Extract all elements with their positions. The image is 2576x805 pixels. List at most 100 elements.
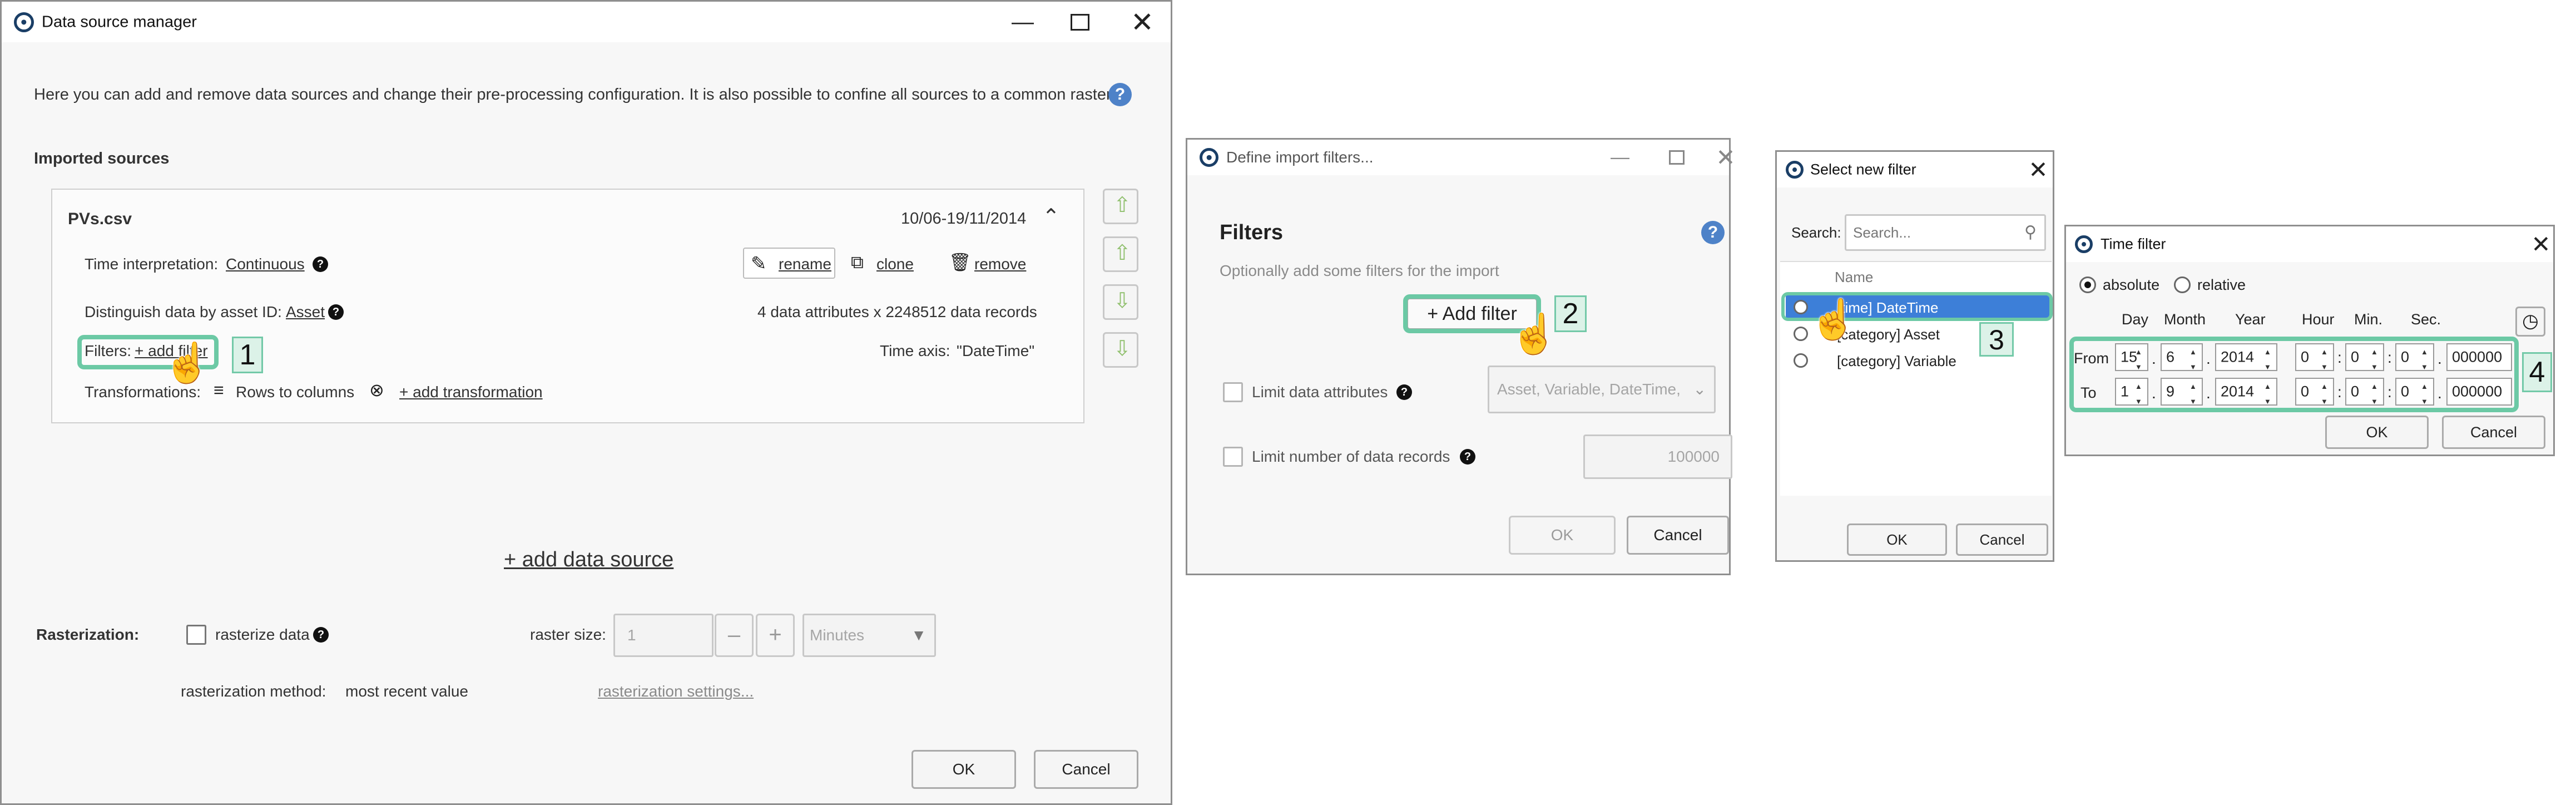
- search-input[interactable]: Search... ⚲: [1845, 214, 2046, 251]
- source-date-range: 10/06-19/11/2014: [901, 210, 1027, 228]
- rasterization-method-label: rasterization method:: [181, 683, 326, 700]
- move-down-button[interactable]: ⇩: [1103, 284, 1138, 320]
- search-icon: ⚲: [2024, 223, 2037, 241]
- help-icon[interactable]: ?: [1108, 83, 1132, 106]
- distinguish-link[interactable]: Asset: [286, 304, 325, 320]
- close-icon[interactable]: ✕: [1716, 144, 1736, 171]
- limit-attributes-select[interactable]: Asset, Variable, DateTime, ⌄: [1488, 366, 1716, 413]
- distinguish-help-icon[interactable]: ?: [328, 304, 344, 320]
- cancel-button[interactable]: Cancel: [1956, 524, 2048, 556]
- limit-records-checkbox[interactable]: [1223, 447, 1243, 467]
- dropdown-chevron-icon: ⌄: [1693, 381, 1706, 398]
- imported-sources-heading: Imported sources: [34, 150, 170, 167]
- raster-size-input[interactable]: 1: [613, 614, 714, 657]
- close-icon[interactable]: ✕: [2531, 231, 2551, 258]
- hand-cursor-icon: ☝: [1510, 312, 1559, 355]
- app-icon: [1786, 161, 1804, 179]
- time-axis-label: Time axis:: [880, 342, 950, 359]
- hand-cursor-icon: ☝: [163, 341, 212, 384]
- attributes-info: 4 data attributes x 2248512 data records: [757, 303, 1037, 320]
- cancel-button[interactable]: Cancel: [2442, 416, 2545, 449]
- limit-attributes-placeholder: Asset, Variable, DateTime,: [1497, 381, 1681, 398]
- minimize-icon[interactable]: —: [1012, 9, 1034, 34]
- cancel-button[interactable]: Cancel: [1627, 516, 1729, 555]
- clock-icon: ◷: [2522, 310, 2539, 332]
- app-icon: [2075, 235, 2093, 253]
- rasterization-label: Rasterization:: [36, 626, 140, 643]
- window-title: Data source manager: [42, 13, 197, 31]
- ok-button[interactable]: OK: [2325, 416, 2429, 449]
- search-label: Search:: [1791, 224, 1841, 241]
- move-bottom-button[interactable]: ⇩: [1103, 332, 1138, 368]
- limit-attributes-label: Limit data attributes: [1252, 383, 1388, 401]
- increment-button[interactable]: +: [756, 614, 795, 657]
- transformations-label: Transformations:: [85, 383, 201, 401]
- ok-button[interactable]: OK: [911, 750, 1016, 789]
- filter-item-radio: [1794, 327, 1808, 341]
- window-title: Time filter: [2101, 235, 2166, 253]
- window-title: Define import filters...: [1226, 149, 1374, 166]
- trash-icon[interactable]: 🗑: [949, 253, 972, 271]
- limit-attributes-help-icon[interactable]: ?: [1396, 384, 1412, 400]
- time-interpretation-help-icon[interactable]: ?: [313, 256, 328, 272]
- intro-text: Here you can add and remove data sources…: [34, 86, 1116, 103]
- rasterization-settings-link[interactable]: rasterization settings...: [598, 684, 754, 699]
- filters-heading: Filters: [1220, 221, 1284, 244]
- rows-to-columns-label: Rows to columns: [236, 383, 355, 401]
- search-placeholder: Search...: [1853, 224, 1911, 241]
- collapse-chevron-icon[interactable]: ⌃: [1042, 206, 1060, 228]
- move-top-icon: ⇧: [1113, 194, 1131, 217]
- title-bar: Define import filters... — ✕: [1187, 140, 1736, 175]
- close-icon[interactable]: ✕: [2028, 156, 2048, 184]
- close-icon[interactable]: ✕: [1131, 6, 1154, 38]
- time-interpretation-link[interactable]: Continuous: [226, 256, 305, 272]
- rows-to-columns-icon: ≡: [214, 380, 224, 400]
- limit-attributes-checkbox[interactable]: [1223, 382, 1243, 402]
- title-bar: Select new filter ✕: [1777, 152, 2053, 187]
- maximize-icon[interactable]: [1669, 150, 1685, 165]
- window-title: Select new filter: [1810, 161, 1916, 178]
- move-bottom-icon: ⇩: [1113, 337, 1131, 360]
- source-card: PVs.csv 10/06-19/11/2014 ⌃ Time interpre…: [51, 189, 1084, 423]
- rename-button[interactable]: ✎ rename: [743, 248, 835, 279]
- minimize-icon[interactable]: —: [1610, 147, 1630, 169]
- remove-link[interactable]: remove: [974, 256, 1026, 272]
- move-down-icon: ⇩: [1113, 289, 1131, 313]
- ok-button[interactable]: OK: [1847, 524, 1947, 556]
- ok-button[interactable]: OK: [1509, 516, 1616, 555]
- filters-subtitle: Optionally add some filters for the impo…: [1220, 262, 1499, 279]
- unit-select-value: Minutes: [810, 626, 865, 644]
- move-up-button[interactable]: ⇧: [1103, 236, 1138, 272]
- hand-cursor-icon: ☝: [1809, 298, 1858, 341]
- clone-link[interactable]: clone: [876, 256, 914, 272]
- step-number-4: 4: [2522, 352, 2552, 392]
- data-source-manager-window: Data source manager — ✕ Here you can add…: [0, 0, 1172, 805]
- relative-radio[interactable]: [2174, 276, 2191, 293]
- cancel-button[interactable]: Cancel: [1034, 750, 1138, 789]
- clock-button[interactable]: ◷: [2515, 307, 2545, 337]
- decrement-button[interactable]: –: [715, 614, 754, 657]
- time-interpretation-label: Time interpretation:: [85, 255, 219, 273]
- relative-label: relative: [2197, 276, 2246, 293]
- unit-select[interactable]: Minutes ▼: [802, 614, 936, 657]
- header-day: Day: [2122, 311, 2149, 328]
- rasterize-checkbox[interactable]: [186, 625, 206, 645]
- step-number-1: 1: [232, 337, 263, 373]
- clone-icon[interactable]: ⧉: [851, 253, 864, 271]
- absolute-radio[interactable]: [2079, 276, 2096, 293]
- limit-records-input[interactable]: 100000: [1583, 434, 1732, 479]
- time-filter-window: Time filter ✕ absolute relative Day Mont…: [2064, 225, 2555, 456]
- time-axis-value: "DateTime": [957, 342, 1035, 359]
- remove-transformation-icon[interactable]: ⊗: [369, 381, 384, 399]
- step-number-2: 2: [1554, 295, 1587, 332]
- maximize-icon[interactable]: [1071, 13, 1089, 31]
- add-data-source-link[interactable]: + add data source: [504, 549, 673, 570]
- move-top-button[interactable]: ⇧: [1103, 189, 1138, 224]
- filter-item-label: [category] Variable: [1837, 353, 1956, 369]
- rasterize-help-icon[interactable]: ?: [313, 627, 329, 643]
- help-icon[interactable]: ?: [1701, 221, 1725, 244]
- limit-records-help-icon[interactable]: ?: [1460, 449, 1475, 465]
- rasterization-method-value: most recent value: [345, 683, 468, 700]
- add-transformation-link[interactable]: + add transformation: [399, 384, 543, 400]
- move-up-icon: ⇧: [1113, 241, 1131, 265]
